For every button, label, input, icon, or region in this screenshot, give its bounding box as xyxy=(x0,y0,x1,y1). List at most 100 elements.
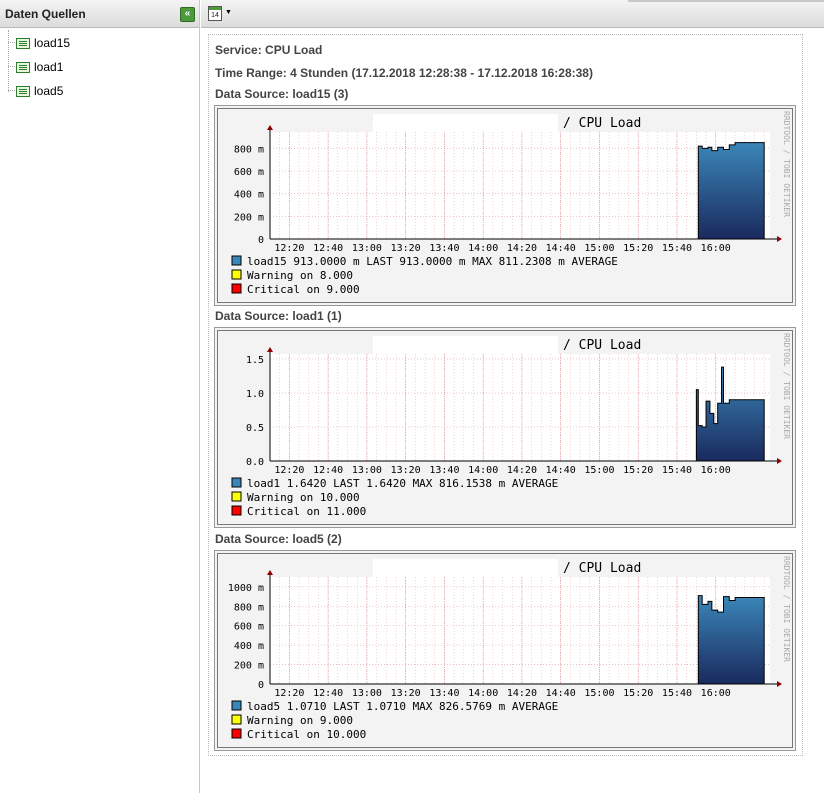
calendar-icon: 14 xyxy=(208,6,222,21)
plot-area xyxy=(270,354,770,461)
sidebar-item-label: load15 xyxy=(34,36,71,50)
rrdtool-watermark: RRDTOOL / TOBI OETIKER xyxy=(782,556,791,662)
x-tick-label: 16:00 xyxy=(701,243,731,254)
legend-swatch xyxy=(231,255,242,266)
x-tick-label: 15:20 xyxy=(623,243,653,254)
legend-entry: load15 913.0000 m LAST 913.0000 m MAX 81… xyxy=(247,255,618,268)
double-chevron-left-icon[interactable]: « xyxy=(180,7,195,22)
x-tick-label: 15:00 xyxy=(584,688,614,699)
sidebar-item-load1[interactable]: load1 xyxy=(16,57,63,77)
y-tick-label: 800 m xyxy=(234,144,264,155)
datasource-icon xyxy=(16,61,30,73)
y-tick-label: 400 m xyxy=(234,190,264,201)
y-tick-label: 800 m xyxy=(234,602,264,613)
x-tick-label: 12:40 xyxy=(313,688,343,699)
x-tick-label: 16:00 xyxy=(701,465,731,476)
tree-connector xyxy=(8,66,15,67)
x-tick-label: 15:40 xyxy=(662,688,692,699)
x-tick-label: 12:20 xyxy=(274,465,304,476)
x-tick-label: 13:40 xyxy=(429,243,459,254)
x-tick-label: 13:00 xyxy=(352,688,382,699)
y-tick-label: 200 m xyxy=(234,661,264,672)
x-tick-label: 16:00 xyxy=(701,688,731,699)
x-tick-label: 14:40 xyxy=(546,465,576,476)
y-tick-label: 600 m xyxy=(234,167,264,178)
tree-connector xyxy=(8,30,9,92)
x-tick-label: 14:20 xyxy=(507,465,537,476)
graph-panel: / CPU Load 0 200 m 400 m 600 m 800 m 12:20 12:4… xyxy=(214,105,796,306)
section-header: Data Source: load1 (1) xyxy=(215,309,342,323)
sidebar-item-load5[interactable]: load5 xyxy=(16,81,63,101)
graph-panel: / CPU Load 0.0 0.5 1.0 1.5 12:20 12:40 13:00 13:… xyxy=(214,327,796,528)
rrdtool-watermark: RRDTOOL / TOBI OETIKER xyxy=(782,111,791,217)
chart-title: / CPU Load xyxy=(563,116,641,131)
y-tick-label: 1.5 xyxy=(246,355,264,366)
sidebar-title: Daten Quellen xyxy=(5,7,86,21)
x-tick-label: 14:40 xyxy=(546,688,576,699)
x-tick-label: 15:40 xyxy=(662,243,692,254)
legend-entry: Critical on 9.000 xyxy=(247,283,360,296)
toolbar: 14 ▼ xyxy=(201,0,824,28)
tree-connector xyxy=(8,42,15,43)
legend-swatch xyxy=(231,269,242,280)
legend-entry: Critical on 11.000 xyxy=(247,505,366,518)
section-header: Data Source: load5 (2) xyxy=(215,532,342,546)
x-tick-label: 14:00 xyxy=(468,243,498,254)
legend-swatch xyxy=(231,728,242,739)
cpu-load-graph-load1: / CPU Load 0.0 0.5 1.0 1.5 12:20 12:40 13:00 13:… xyxy=(218,331,792,524)
legend-swatch xyxy=(231,283,242,294)
x-tick-label: 13:20 xyxy=(391,688,421,699)
y-tick-label: 1.0 xyxy=(246,389,264,400)
chevron-down-icon: ▼ xyxy=(225,9,232,16)
datasource-icon xyxy=(16,85,30,97)
legend-entry: Warning on 9.000 xyxy=(247,714,353,727)
legend-entry: Critical on 10.000 xyxy=(247,728,366,741)
x-tick-label: 12:20 xyxy=(274,243,304,254)
legend-entry: load5 1.0710 LAST 1.0710 MAX 826.5769 m … xyxy=(247,700,558,713)
x-tick-label: 13:20 xyxy=(391,243,421,254)
x-tick-label: 12:20 xyxy=(274,688,304,699)
area-series-load5 xyxy=(697,595,765,685)
x-tick-label: 14:40 xyxy=(546,243,576,254)
service-title: Service: CPU Load xyxy=(215,43,323,57)
sidebar-item-label: load1 xyxy=(34,60,64,74)
y-tick-label: 400 m xyxy=(234,641,264,652)
report-content: Service: CPU Load Time Range: 4 Stunden … xyxy=(208,34,803,756)
sidebar-item-load15[interactable]: load15 xyxy=(16,33,70,53)
x-tick-label: 15:20 xyxy=(623,688,653,699)
x-tick-label: 14:00 xyxy=(468,465,498,476)
legend-swatch xyxy=(231,491,242,502)
legend-entry: Warning on 8.000 xyxy=(247,269,353,282)
calendar-button[interactable]: 14 ▼ xyxy=(208,5,232,22)
x-tick-label: 12:40 xyxy=(313,465,343,476)
legend-swatch xyxy=(231,477,242,488)
sidebar-item-label: load5 xyxy=(34,84,64,98)
cpu-load-graph-load5: / CPU Load 0 200 m 400 m 600 m 800 m 1000 m 12:… xyxy=(218,554,792,747)
plot-area xyxy=(270,577,770,684)
title-box xyxy=(373,114,558,132)
x-tick-label: 13:40 xyxy=(429,465,459,476)
x-tick-label: 15:00 xyxy=(584,243,614,254)
x-tick-label: 15:20 xyxy=(623,465,653,476)
rrdtool-watermark: RRDTOOL / TOBI OETIKER xyxy=(782,333,791,439)
x-tick-label: 13:40 xyxy=(429,688,459,699)
y-tick-label: 0.0 xyxy=(246,457,264,468)
legend-entry: Warning on 10.000 xyxy=(247,491,360,504)
area-series-load15 xyxy=(697,142,765,240)
tree-connector xyxy=(8,90,15,91)
time-range: Time Range: 4 Stunden (17.12.2018 12:28:… xyxy=(215,66,593,80)
y-tick-label: 200 m xyxy=(234,212,264,223)
y-tick-label: 0.5 xyxy=(246,423,264,434)
x-tick-label: 14:00 xyxy=(468,688,498,699)
x-tick-label: 14:20 xyxy=(507,688,537,699)
title-box xyxy=(373,336,558,354)
datasource-icon xyxy=(16,37,30,49)
cpu-load-graph-load15: / CPU Load 0 200 m 400 m 600 m 800 m 12:20 12:4… xyxy=(218,109,792,302)
x-tick-label: 13:00 xyxy=(352,465,382,476)
x-tick-label: 15:40 xyxy=(662,465,692,476)
y-tick-label: 0 xyxy=(258,235,264,246)
x-tick-label: 12:40 xyxy=(313,243,343,254)
sidebar: Daten Quellen « load15 load1 load5 xyxy=(0,0,200,793)
graph-panel: / CPU Load 0 200 m 400 m 600 m 800 m 1000 m 12:… xyxy=(214,550,796,751)
chart-title: / CPU Load xyxy=(563,338,641,353)
